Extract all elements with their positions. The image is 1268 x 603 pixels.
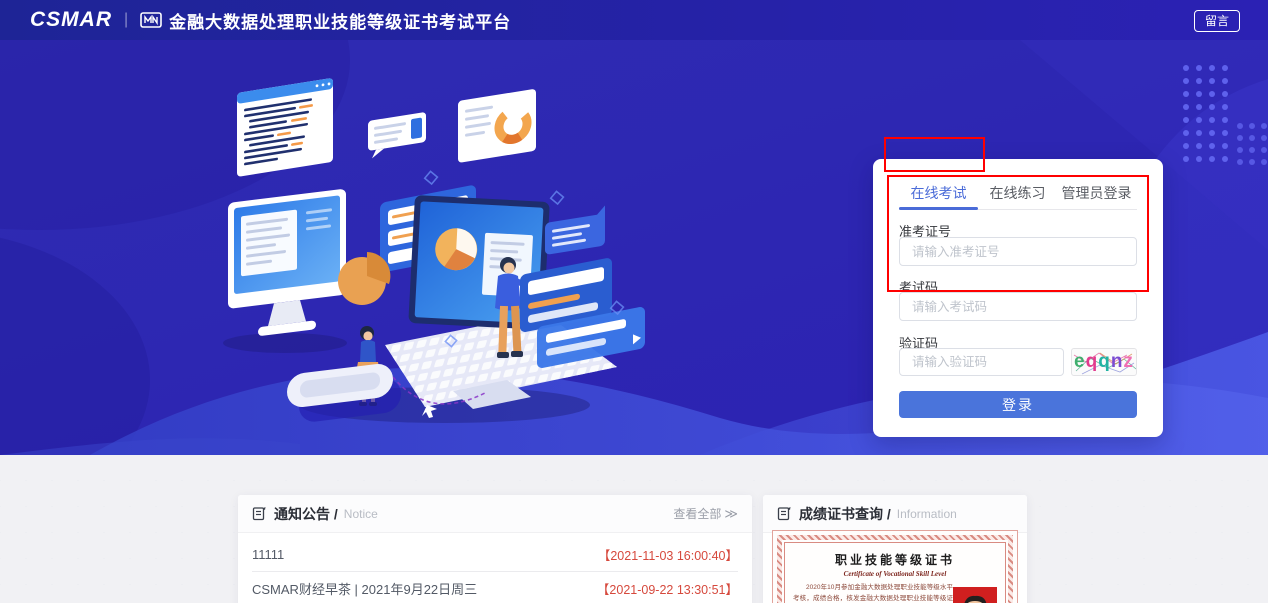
brand-group: CSMAR | 金融大数据处理职业技能等级证书考试平台: [30, 0, 511, 40]
notice-row[interactable]: CSMAR财经早茶 | 2021年9月22日周三 【2021-09-22 13:…: [252, 572, 738, 603]
login-tabs: 在线考试 在线练习 管理员登录: [899, 179, 1137, 207]
notice-subtitle: Notice: [344, 507, 378, 521]
platform-logo-icon: [140, 12, 162, 28]
captcha-text: eqqnz: [1072, 349, 1136, 375]
document-edit-icon: [252, 506, 267, 521]
notice-item-title[interactable]: 11111: [252, 547, 284, 562]
top-header: CSMAR | 金融大数据处理职业技能等级证书考试平台 留言: [0, 0, 1268, 40]
notice-panel-header: 通知公告 / Notice 查看全部≫: [238, 495, 752, 533]
notice-list: 11111 【2021-11-03 16:00:40】 CSMAR财经早茶 | …: [238, 533, 752, 603]
tab-admin-login[interactable]: 管理员登录: [1057, 179, 1136, 207]
certificate-content: 职业技能等级证书 Certificate of Vocational Skill…: [784, 542, 1006, 603]
active-tab-underline: [899, 207, 978, 210]
certificate-heading-en: Certificate of Vocational Skill Level: [793, 570, 997, 578]
document-edit-icon: [777, 506, 792, 521]
view-all-link[interactable]: 查看全部≫: [673, 495, 738, 533]
page-title: 金融大数据处理职业技能等级证书考试平台: [169, 8, 511, 33]
certificate-photo: [953, 587, 997, 603]
message-button[interactable]: 留言: [1194, 10, 1240, 32]
certificate-panel-header: 成绩证书查询 / Information: [763, 495, 1027, 533]
page: CSMAR | 金融大数据处理职业技能等级证书考试平台 留言: [0, 0, 1268, 603]
bottom-section: 通知公告 / Notice 查看全部≫ 11111 【2021-11-03 16…: [0, 455, 1268, 603]
notice-item-time: 【2021-11-03 16:00:40】: [598, 545, 738, 564]
brand-separator: |: [124, 11, 128, 29]
certificate-ornate-border: 职业技能等级证书 Certificate of Vocational Skill…: [777, 535, 1013, 603]
notice-item-title[interactable]: CSMAR财经早茶 | 2021年9月22日周三: [252, 579, 477, 598]
notice-row[interactable]: 11111 【2021-11-03 16:00:40】: [252, 538, 738, 571]
notice-panel: 通知公告 / Notice 查看全部≫ 11111 【2021-11-03 16…: [238, 495, 752, 603]
csmar-logo: CSMAR: [30, 8, 112, 32]
notice-title: 通知公告 /: [274, 504, 338, 524]
certificate-body-text: 2020年10月参加金融大数据处理职业技能等级水平考核，成绩合格，核发金融大数据…: [793, 583, 953, 603]
exam-code-input[interactable]: [899, 292, 1137, 321]
tab-online-practice[interactable]: 在线练习: [978, 179, 1057, 207]
hero-illustration: [215, 75, 665, 455]
hero-banner: 在线考试 在线练习 管理员登录 准考证号 考试码 验证码 eqqnz: [0, 40, 1268, 455]
certificate-subtitle: Information: [897, 507, 957, 521]
certificate-title: 成绩证书查询 /: [799, 504, 891, 524]
exam-id-input[interactable]: [899, 237, 1137, 266]
tab-online-exam[interactable]: 在线考试: [899, 179, 978, 207]
captcha-input[interactable]: [899, 348, 1064, 376]
certificate-panel: 成绩证书查询 / Information 职业技能等级证书 Certificat…: [763, 495, 1027, 603]
certificate-image[interactable]: 职业技能等级证书 Certificate of Vocational Skill…: [772, 530, 1018, 603]
login-card: 在线考试 在线练习 管理员登录 准考证号 考试码 验证码 eqqnz: [873, 159, 1163, 437]
certificate-heading: 职业技能等级证书: [793, 551, 997, 568]
view-all-chevron-icon: ≫: [724, 506, 738, 521]
login-button[interactable]: 登录: [899, 391, 1137, 418]
captcha-image[interactable]: eqqnz: [1071, 348, 1137, 376]
notice-item-time: 【2021-09-22 13:30:51】: [597, 579, 738, 598]
